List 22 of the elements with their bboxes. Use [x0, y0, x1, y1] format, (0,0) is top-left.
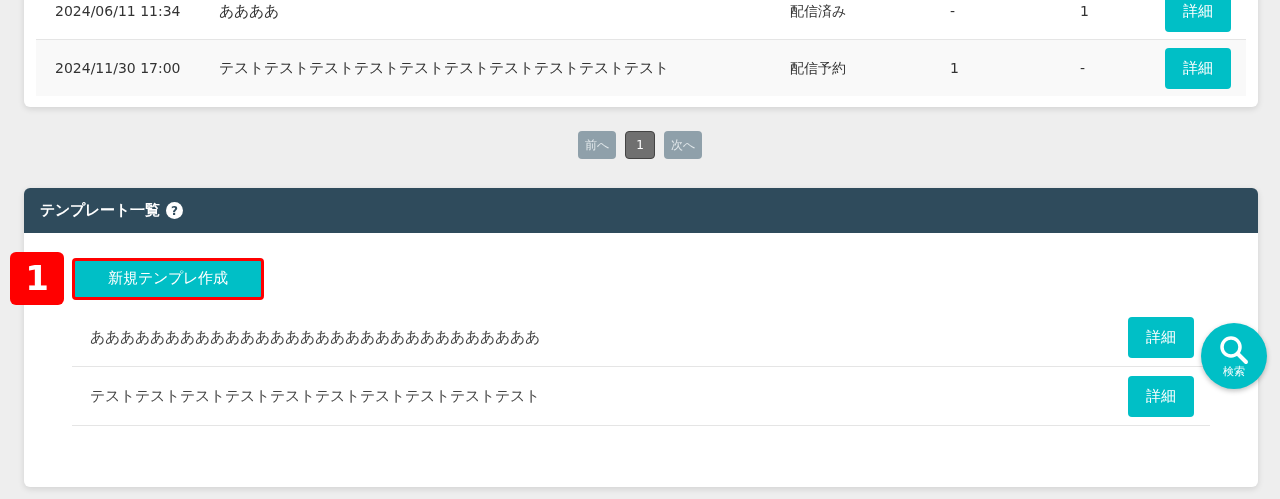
- help-icon[interactable]: ?: [166, 202, 183, 219]
- search-icon: [1219, 335, 1249, 365]
- table-cell-text: 2024/11/30 17:00: [54, 58, 182, 78]
- table-cell-text: 配信済み: [790, 1, 847, 21]
- page-button[interactable]: 1: [625, 131, 655, 159]
- detail-button[interactable]: 詳細: [1165, 47, 1231, 89]
- detail-button[interactable]: 詳細: [1165, 0, 1231, 32]
- table-cell-text: 1: [950, 58, 960, 78]
- table-cell-text: 1: [1080, 1, 1090, 21]
- table-cell-text: -: [1080, 58, 1087, 78]
- detail-button[interactable]: 詳細: [1128, 316, 1194, 358]
- new-template-button[interactable]: 新規テンプレ作成: [72, 257, 264, 300]
- table-cell-text: ああああ: [219, 0, 280, 22]
- panel-title: テンプレート一覧: [40, 200, 160, 222]
- annotation-badge: 1: [10, 252, 64, 305]
- detail-button[interactable]: 詳細: [1128, 375, 1194, 417]
- table-cell-text: 配信予約: [790, 58, 847, 78]
- table-cell-text: テストテストテストテストテストテストテストテストテストテスト: [219, 57, 670, 79]
- template-name: テストテストテストテストテストテストテストテストテストテスト: [89, 385, 540, 407]
- table-cell-text: 2024/06/11 11:34: [54, 1, 182, 21]
- table-cell-text: -: [950, 1, 957, 21]
- template-name: ああああああああああああああああああああああああああああああ: [89, 326, 540, 348]
